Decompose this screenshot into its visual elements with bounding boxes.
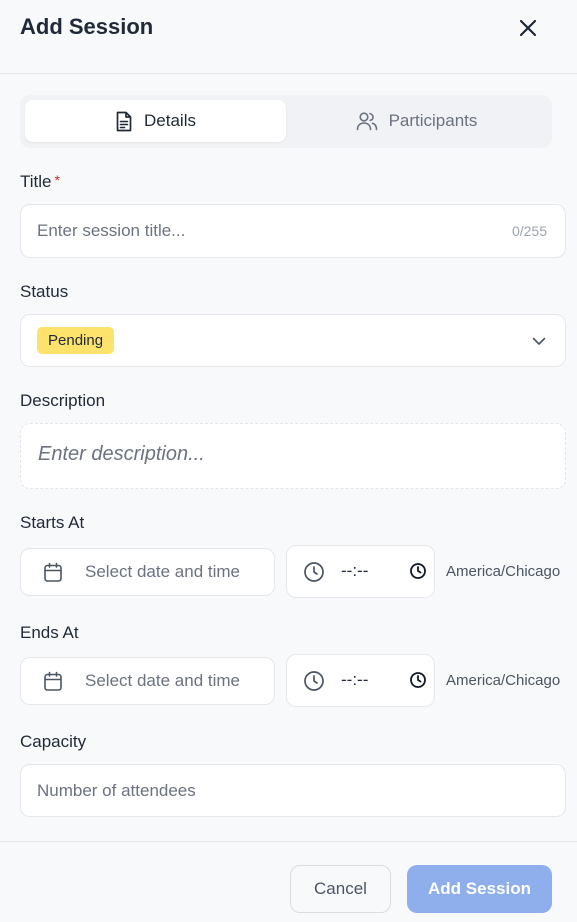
ends-at-time-value: --:--	[341, 670, 369, 689]
title-field[interactable]: 0/255	[20, 204, 566, 258]
tab-details-label: Details	[144, 111, 196, 130]
starts-at-timezone: America/Chicago	[446, 563, 561, 580]
users-icon	[356, 111, 378, 131]
ends-at-label: Ends At	[20, 623, 79, 642]
description-editor[interactable]: Enter description...	[20, 423, 566, 489]
tab-participants-label: Participants	[388, 111, 478, 130]
dialog-footer: Cancel Add Session	[0, 841, 577, 922]
calendar-icon	[44, 671, 62, 691]
starts-at-date-placeholder: Select date and time	[85, 562, 240, 581]
starts-at-time-input[interactable]: --:--	[286, 545, 435, 598]
tab-participants[interactable]: Participants	[286, 100, 547, 142]
status-select[interactable]: Pending	[20, 314, 566, 367]
dialog-title: Add Session	[20, 14, 154, 39]
title-char-counter: 0/255	[511, 223, 547, 239]
dialog-header: Add Session	[0, 0, 577, 74]
add-session-dialog: Add Session Details Participants Title *…	[0, 0, 577, 922]
document-icon	[115, 111, 133, 132]
chevron-down-icon	[532, 337, 546, 345]
capacity-field[interactable]	[20, 764, 566, 817]
tab-details[interactable]: Details	[25, 100, 286, 142]
description-label: Description	[20, 391, 106, 410]
description-placeholder: Enter description...	[38, 443, 205, 465]
ends-at-time-input[interactable]: --:--	[286, 654, 435, 707]
capacity-input[interactable]	[37, 765, 547, 816]
add-session-button[interactable]: Add Session	[407, 865, 552, 913]
status-label: Status	[20, 282, 69, 301]
ends-at-timezone: America/Chicago	[446, 672, 561, 689]
title-label: Title *	[20, 172, 60, 192]
starts-at-time-value: --:--	[341, 561, 369, 580]
starts-at-date-picker[interactable]: Select date and time	[20, 548, 275, 596]
title-input[interactable]	[37, 205, 497, 257]
close-icon	[519, 19, 537, 37]
calendar-icon	[44, 562, 62, 582]
cancel-button[interactable]: Cancel	[290, 865, 391, 913]
starts-at-label: Starts At	[20, 513, 85, 532]
time-picker-icon[interactable]	[409, 671, 427, 689]
tab-list: Details Participants	[20, 95, 552, 148]
status-badge: Pending	[37, 327, 115, 354]
close-button[interactable]	[512, 12, 544, 44]
capacity-label: Capacity	[20, 732, 87, 751]
ends-at-date-placeholder: Select date and time	[85, 671, 240, 690]
title-label-text: Title	[20, 172, 52, 191]
clock-icon	[304, 562, 324, 582]
clock-icon	[304, 671, 324, 691]
time-picker-icon[interactable]	[409, 562, 427, 580]
ends-at-date-picker[interactable]: Select date and time	[20, 657, 275, 705]
required-marker: *	[54, 172, 60, 188]
